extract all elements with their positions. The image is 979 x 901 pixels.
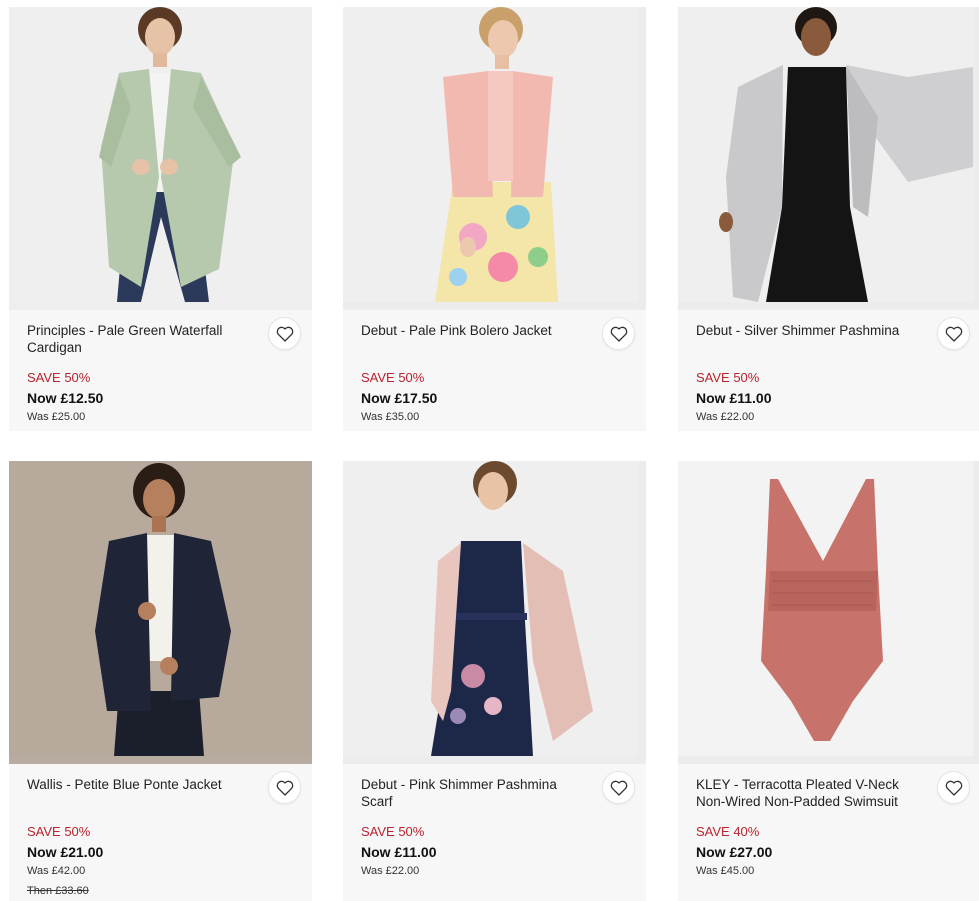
was-price: Was £22.00 — [361, 865, 420, 877]
product-title[interactable]: Principles - Pale Green Waterfall Cardig… — [27, 322, 257, 356]
product-card[interactable]: KLEY - Terracotta Pleated V-Neck Non-Wir… — [678, 461, 979, 901]
discount-label: SAVE 50% — [27, 370, 91, 385]
product-info: Principles - Pale Green Waterfall Cardig… — [9, 310, 312, 431]
product-card[interactable]: Wallis - Petite Blue Ponte Jacket SAVE 5… — [9, 461, 312, 901]
wishlist-button[interactable] — [602, 317, 635, 350]
product-card[interactable]: Principles - Pale Green Waterfall Cardig… — [9, 7, 312, 431]
product-title[interactable]: KLEY - Terracotta Pleated V-Neck Non-Wir… — [696, 776, 926, 810]
discount-label: SAVE 50% — [27, 824, 91, 839]
discount-label: SAVE 40% — [696, 824, 760, 839]
current-price: Now £11.00 — [696, 390, 772, 406]
was-price: Was £42.00 — [27, 865, 86, 877]
wishlist-button[interactable] — [937, 317, 970, 350]
heart-icon — [276, 780, 294, 796]
product-info: KLEY - Terracotta Pleated V-Neck Non-Wir… — [678, 764, 979, 901]
product-card[interactable]: Debut - Pale Pink Bolero Jacket SAVE 50%… — [343, 7, 646, 431]
product-image[interactable] — [9, 461, 312, 764]
current-price: Now £21.00 — [27, 844, 104, 860]
wishlist-button[interactable] — [268, 771, 301, 804]
current-price: Now £11.00 — [361, 844, 437, 860]
was-price: Was £22.00 — [696, 411, 755, 423]
product-info: Debut - Silver Shimmer Pashmina SAVE 50%… — [678, 310, 979, 431]
wishlist-button[interactable] — [268, 317, 301, 350]
product-title[interactable]: Debut - Pink Shimmer Pashmina Scarf — [361, 776, 591, 810]
heart-icon — [610, 780, 628, 796]
product-image[interactable] — [343, 7, 646, 310]
discount-label: SAVE 50% — [361, 824, 425, 839]
current-price: Now £12.50 — [27, 390, 104, 406]
heart-icon — [945, 326, 963, 342]
was-price: Was £35.00 — [361, 411, 420, 423]
was-price: Was £45.00 — [696, 865, 755, 877]
product-title[interactable]: Debut - Pale Pink Bolero Jacket — [361, 322, 591, 339]
product-info: Debut - Pale Pink Bolero Jacket SAVE 50%… — [343, 310, 646, 431]
wishlist-button[interactable] — [937, 771, 970, 804]
heart-icon — [610, 326, 628, 342]
product-title[interactable]: Debut - Silver Shimmer Pashmina — [696, 322, 926, 339]
product-info: Wallis - Petite Blue Ponte Jacket SAVE 5… — [9, 764, 312, 901]
product-card[interactable]: Debut - Silver Shimmer Pashmina SAVE 50%… — [678, 7, 979, 431]
current-price: Now £17.50 — [361, 390, 438, 406]
product-image[interactable] — [678, 7, 979, 310]
current-price: Now £27.00 — [696, 844, 773, 860]
discount-label: SAVE 50% — [361, 370, 425, 385]
heart-icon — [276, 326, 294, 342]
product-card[interactable]: Debut - Pink Shimmer Pashmina Scarf SAVE… — [343, 461, 646, 901]
product-image[interactable] — [343, 461, 646, 764]
product-grid: Principles - Pale Green Waterfall Cardig… — [0, 0, 979, 901]
product-info: Debut - Pink Shimmer Pashmina Scarf SAVE… — [343, 764, 646, 901]
heart-icon — [945, 780, 963, 796]
product-title[interactable]: Wallis - Petite Blue Ponte Jacket — [27, 776, 257, 793]
product-image[interactable] — [9, 7, 312, 310]
discount-label: SAVE 50% — [696, 370, 760, 385]
wishlist-button[interactable] — [602, 771, 635, 804]
was-price: Was £25.00 — [27, 411, 86, 423]
product-image[interactable] — [678, 461, 979, 764]
then-price: Then £33.60 — [27, 885, 89, 897]
